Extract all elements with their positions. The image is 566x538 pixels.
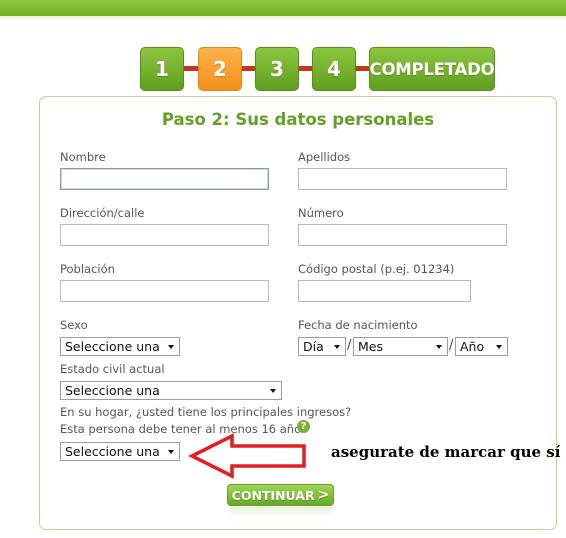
ingresos-selected-value: Seleccione una	[65, 444, 160, 459]
ano-select[interactable]: Año	[455, 337, 508, 356]
numero-label: Número	[298, 206, 344, 220]
continue-label: CONTINUAR	[231, 487, 315, 503]
form-title: Paso 2: Sus datos personales	[161, 110, 435, 129]
step-indicator: 1 2 3 4 COMPLETADO	[140, 47, 496, 91]
arrow-outline	[188, 433, 306, 479]
poblacion-input[interactable]	[60, 280, 269, 302]
date-separator: /	[449, 338, 454, 353]
numero-input[interactable]	[298, 224, 507, 246]
apellidos-input[interactable]	[298, 168, 507, 190]
header-shadow	[0, 16, 566, 21]
estado-civil-label: Estado civil actual	[60, 362, 165, 376]
chevron-down-icon	[334, 345, 340, 349]
sexo-select[interactable]: Seleccione una	[60, 337, 180, 356]
chevron-down-icon	[436, 345, 442, 349]
ano-selected-value: Año	[460, 339, 485, 354]
direccion-label: Dirección/calle	[60, 206, 145, 220]
date-separator: /	[347, 338, 352, 353]
chevron-down-icon	[168, 450, 174, 454]
top-header-bar	[0, 0, 566, 16]
estado-civil-selected-value: Seleccione una	[65, 383, 160, 398]
direccion-input[interactable]	[60, 224, 269, 246]
step-4[interactable]: 4	[312, 47, 356, 91]
sexo-label: Sexo	[60, 318, 88, 332]
mes-selected-value: Mes	[358, 339, 383, 354]
chevron-down-icon	[496, 345, 502, 349]
chevron-down-icon	[168, 345, 174, 349]
step-3[interactable]: 3	[255, 47, 299, 91]
chevron-right-icon: >	[317, 487, 330, 503]
dia-select[interactable]: Día	[298, 337, 346, 356]
poblacion-label: Población	[60, 262, 115, 276]
mes-select[interactable]: Mes	[353, 337, 448, 356]
nombre-label: Nombre	[60, 150, 106, 164]
step-2-current[interactable]: 2	[198, 47, 242, 91]
red-arrow-annotation	[188, 433, 306, 479]
chevron-down-icon	[270, 389, 276, 393]
sexo-selected-value: Seleccione una	[65, 339, 160, 354]
step-completado[interactable]: COMPLETADO	[369, 47, 495, 91]
fecha-nacimiento-label: Fecha de nacimiento	[298, 318, 418, 332]
estado-civil-select[interactable]: Seleccione una	[60, 381, 282, 400]
apellidos-label: Apellidos	[298, 150, 351, 164]
button-reflection	[230, 507, 331, 517]
ingresos-select[interactable]: Seleccione una	[60, 442, 180, 461]
annotation-text: asegurate de marcar que sí	[331, 443, 561, 461]
codigo-postal-label: Código postal (p.ej. 01234)	[298, 262, 455, 276]
continue-button[interactable]: CONTINUAR >	[227, 484, 334, 506]
ingresos-question: En su hogar, ¿usted tiene los principale…	[60, 405, 352, 419]
nombre-input[interactable]	[60, 168, 269, 190]
step-1[interactable]: 1	[140, 47, 184, 91]
codigo-postal-input[interactable]	[298, 280, 471, 302]
dia-selected-value: Día	[303, 339, 324, 354]
